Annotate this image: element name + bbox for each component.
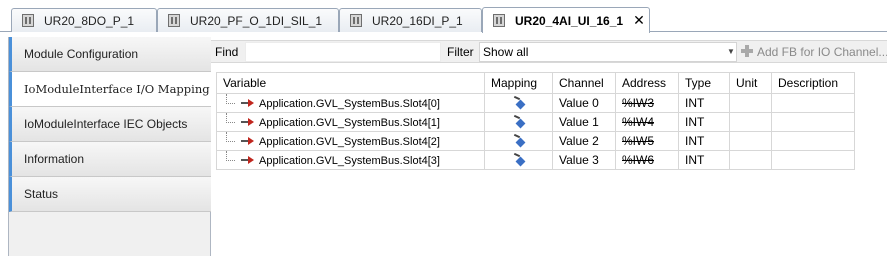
description-cell[interactable] — [771, 150, 855, 170]
description-cell[interactable] — [771, 131, 855, 151]
device-module-icon — [493, 14, 505, 27]
chevron-down-icon[interactable]: ▼ — [725, 43, 737, 61]
mapping-cell[interactable] — [484, 112, 553, 132]
filter-label: Filter — [447, 45, 474, 59]
description-cell[interactable] — [771, 112, 855, 132]
variable-cell[interactable]: Application.GVL_SystemBus.Slot4[0] — [216, 93, 485, 113]
unit-cell[interactable] — [729, 93, 772, 113]
device-editor-sidebar: Module Configuration IoModuleInterface I… — [8, 37, 211, 256]
tree-connector — [226, 151, 235, 161]
input-variable-arrow-icon — [241, 97, 255, 109]
tree-connector — [226, 94, 235, 104]
channel-cell: Value 0 — [552, 93, 616, 113]
input-variable-arrow-icon — [241, 135, 255, 147]
address-cell: %IW4 — [615, 112, 679, 132]
channel-cell: Value 1 — [552, 112, 616, 132]
column-header-channel[interactable]: Channel — [552, 72, 616, 94]
unit-cell[interactable] — [729, 112, 772, 132]
column-header-mapping[interactable]: Mapping — [484, 72, 553, 94]
device-module-icon — [350, 14, 362, 27]
existing-variable-mapping-icon — [512, 114, 526, 129]
editor-tab-strip: UR20_8DO_P_1 UR20_PF_O_1DI_SIL_1 UR20_16… — [0, 0, 887, 33]
tab-ur20-4ai-ui-16-1[interactable]: UR20_4AI_UI_16_1 ✕ — [482, 7, 650, 33]
tab-label: UR20_PF_O_1DI_SIL_1 — [190, 13, 323, 28]
tab-label: UR20_8DO_P_1 — [44, 13, 135, 28]
filter-select[interactable]: Show all ▼ — [479, 42, 737, 62]
column-header-variable[interactable]: Variable — [216, 72, 485, 94]
channel-cell: Value 3 — [552, 150, 616, 170]
mapping-cell[interactable] — [484, 93, 553, 113]
tab-ur20-16di-p-1[interactable]: UR20_16DI_P_1 — [339, 8, 482, 32]
type-cell: INT — [678, 131, 730, 151]
add-fb-label: Add FB for IO Channel... — [757, 45, 887, 59]
existing-variable-mapping-icon — [512, 133, 526, 148]
address-cell: %IW3 — [615, 93, 679, 113]
close-icon[interactable]: ✕ — [633, 12, 645, 29]
variable-cell[interactable]: Application.GVL_SystemBus.Slot4[3] — [216, 150, 485, 170]
filter-value: Show all — [483, 45, 529, 59]
input-variable-arrow-icon — [241, 116, 255, 128]
sidebar-item-label: Module Configuration — [24, 47, 139, 61]
table-row[interactable]: Application.GVL_SystemBus.Slot4[2] Value… — [216, 131, 855, 151]
mapping-cell[interactable] — [484, 150, 553, 170]
column-header-description[interactable]: Description — [771, 72, 855, 94]
sidebar-item-label: Information — [24, 152, 85, 166]
plus-icon — [741, 45, 753, 57]
tree-connector — [226, 113, 235, 123]
type-cell: INT — [678, 112, 730, 132]
sidebar-item-label: IoModuleInterface I/O Mapping — [24, 82, 210, 96]
find-label: Find — [215, 45, 239, 59]
sidebar-item-label: IoModuleInterface IEC Objects — [24, 117, 188, 131]
sidebar-item-information[interactable]: Information — [9, 142, 211, 177]
sidebar-item-status[interactable]: Status — [9, 177, 211, 212]
column-header-address[interactable]: Address — [615, 72, 679, 94]
type-cell: INT — [678, 150, 730, 170]
variable-name: Application.GVL_SystemBus.Slot4[0] — [259, 97, 440, 110]
existing-variable-mapping-icon — [512, 152, 526, 167]
tab-ur20-pf-o-1di-sil-1[interactable]: UR20_PF_O_1DI_SIL_1 — [157, 8, 339, 32]
sidebar-item-io-mapping[interactable]: IoModuleInterface I/O Mapping — [9, 72, 211, 107]
table-header-row: Variable Mapping Channel Address Type Un… — [216, 72, 855, 94]
io-mapping-panel: Find Filter Show all ▼ Add FB for IO Cha… — [211, 37, 887, 256]
find-filter-toolbar: Find Filter Show all ▼ Add FB for IO Cha… — [211, 40, 887, 63]
add-fb-for-io-channel-button[interactable]: Add FB for IO Channel... — [741, 45, 887, 59]
variable-name: Application.GVL_SystemBus.Slot4[1] — [259, 116, 440, 129]
mapping-cell[interactable] — [484, 131, 553, 151]
find-input[interactable] — [245, 42, 441, 62]
variable-cell[interactable]: Application.GVL_SystemBus.Slot4[2] — [216, 131, 485, 151]
tab-label: UR20_16DI_P_1 — [372, 13, 463, 28]
tab-label: UR20_4AI_UI_16_1 — [515, 13, 624, 28]
table-row[interactable]: Application.GVL_SystemBus.Slot4[3] Value… — [216, 150, 855, 170]
variable-name: Application.GVL_SystemBus.Slot4[2] — [259, 135, 440, 148]
address-cell: %IW6 — [615, 150, 679, 170]
channel-cell: Value 2 — [552, 131, 616, 151]
table-row[interactable]: Application.GVL_SystemBus.Slot4[0] Value… — [216, 93, 855, 113]
address-cell: %IW5 — [615, 131, 679, 151]
unit-cell[interactable] — [729, 150, 772, 170]
sidebar-item-module-configuration[interactable]: Module Configuration — [9, 37, 211, 72]
sidebar-item-label: Status — [24, 187, 59, 201]
type-cell: INT — [678, 93, 730, 113]
sidebar-item-iec-objects[interactable]: IoModuleInterface IEC Objects — [9, 107, 211, 142]
variable-name: Application.GVL_SystemBus.Slot4[3] — [259, 154, 440, 167]
device-module-icon — [22, 14, 34, 27]
variable-cell[interactable]: Application.GVL_SystemBus.Slot4[1] — [216, 112, 485, 132]
column-header-unit[interactable]: Unit — [729, 72, 772, 94]
io-mapping-table: Variable Mapping Channel Address Type Un… — [216, 72, 855, 170]
existing-variable-mapping-icon — [512, 95, 526, 110]
tree-connector — [226, 132, 235, 142]
unit-cell[interactable] — [729, 131, 772, 151]
column-header-type[interactable]: Type — [678, 72, 730, 94]
tab-ur20-8do-p-1[interactable]: UR20_8DO_P_1 — [11, 8, 157, 32]
input-variable-arrow-icon — [241, 154, 255, 166]
device-module-icon — [168, 14, 180, 27]
table-row[interactable]: Application.GVL_SystemBus.Slot4[1] Value… — [216, 112, 855, 132]
description-cell[interactable] — [771, 93, 855, 113]
